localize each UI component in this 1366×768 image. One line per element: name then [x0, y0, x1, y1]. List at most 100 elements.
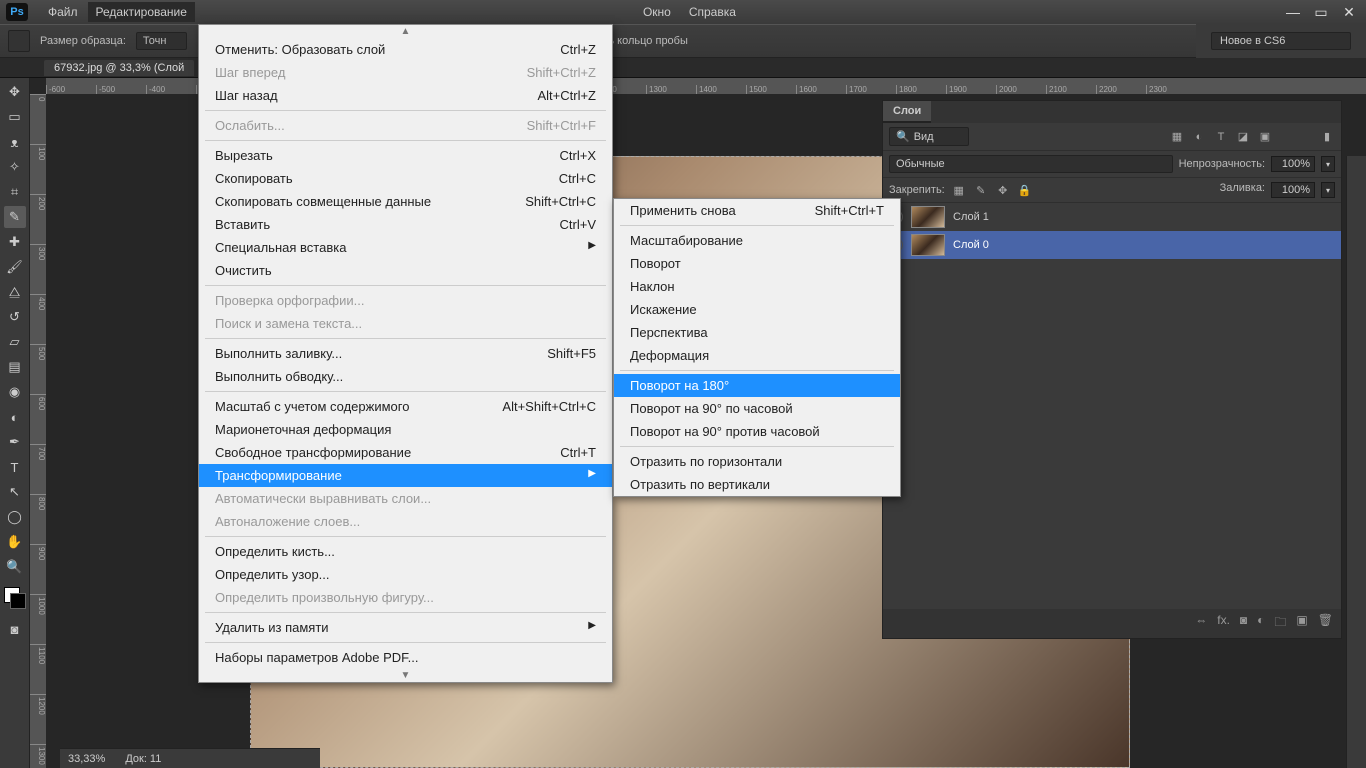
zoom-tool-icon[interactable]: 🔍 — [4, 556, 26, 578]
menu-file[interactable]: Файл — [40, 2, 86, 22]
layer-thumbnail[interactable] — [911, 206, 945, 228]
maximize-button[interactable]: ▭ — [1310, 3, 1332, 21]
new-layer-icon[interactable]: ▣ — [1296, 613, 1307, 634]
filter-toggle-icon[interactable]: ▮ — [1319, 129, 1335, 145]
menu-item[interactable]: Определить кисть... — [199, 540, 612, 563]
filter-smart-icon[interactable]: ▣ — [1257, 129, 1273, 145]
menu-item[interactable]: Трансформирование▶ — [199, 464, 612, 487]
menu-item[interactable]: Отразить по горизонтали — [614, 450, 900, 473]
lasso-tool-icon[interactable]: ᴥ — [4, 131, 26, 153]
layer-style-icon[interactable]: fx. — [1217, 613, 1230, 634]
menu-item[interactable]: Искажение — [614, 298, 900, 321]
menu-window[interactable]: Окно — [635, 2, 679, 22]
layer-row[interactable]: Слой 1 — [883, 203, 1341, 231]
filter-adjust-icon[interactable]: ◐ — [1191, 129, 1207, 145]
layer-filter-dropdown[interactable]: 🔍 Вид — [889, 127, 969, 146]
menu-item[interactable]: Масштаб с учетом содержимогоAlt+Shift+Ct… — [199, 395, 612, 418]
menu-item[interactable]: ВставитьCtrl+V — [199, 213, 612, 236]
link-layers-icon[interactable]: ⇔ — [1195, 613, 1207, 634]
layer-group-icon[interactable]: 🗀 — [1274, 613, 1286, 634]
sample-size-dropdown[interactable]: Точн — [136, 32, 188, 50]
type-tool-icon[interactable]: T — [4, 456, 26, 478]
lock-brush-icon[interactable]: ✎ — [973, 182, 989, 198]
layer-row[interactable]: Слой 0 — [883, 231, 1341, 259]
layer-name[interactable]: Слой 0 — [953, 239, 989, 251]
menu-item[interactable]: Поворот — [614, 252, 900, 275]
pen-tool-icon[interactable]: ✒ — [4, 431, 26, 453]
lock-pixels-icon[interactable]: ▦ — [951, 182, 967, 198]
path-select-tool-icon[interactable]: ↖ — [4, 481, 26, 503]
menu-item[interactable]: Свободное трансформированиеCtrl+T — [199, 441, 612, 464]
filter-type-icon[interactable]: T — [1213, 129, 1229, 145]
dodge-tool-icon[interactable]: ◐ — [4, 406, 26, 428]
adjustment-layer-icon[interactable]: ◐ — [1257, 613, 1264, 634]
menu-item[interactable]: Скопировать совмещенные данныеShift+Ctrl… — [199, 190, 612, 213]
collapsed-panels-bar[interactable] — [1346, 156, 1366, 768]
lock-position-icon[interactable]: ✥ — [995, 182, 1011, 198]
menu-item[interactable]: Масштабирование — [614, 229, 900, 252]
menu-item[interactable]: СкопироватьCtrl+C — [199, 167, 612, 190]
healing-tool-icon[interactable]: ✚ — [4, 231, 26, 253]
menu-item[interactable]: Применить сноваShift+Ctrl+T — [614, 199, 900, 222]
delete-layer-icon[interactable]: 🗑 — [1318, 613, 1333, 634]
scroll-down-icon[interactable]: ▼ — [199, 669, 612, 682]
color-swatch[interactable] — [4, 587, 26, 609]
menu-item[interactable]: Поворот на 90° против часовой — [614, 420, 900, 443]
lock-all-icon[interactable]: 🔒 — [1017, 182, 1033, 198]
move-tool-icon[interactable]: ✥ — [4, 81, 26, 103]
menu-edit[interactable]: Редактирование — [88, 2, 195, 22]
layer-mask-icon[interactable]: ◙ — [1240, 613, 1247, 634]
menu-item[interactable]: Наборы параметров Adobe PDF... — [199, 646, 612, 669]
tool-preset-icon[interactable] — [8, 30, 30, 52]
scroll-up-icon[interactable]: ▲ — [199, 25, 612, 38]
menu-item[interactable]: Отменить: Образовать слойCtrl+Z — [199, 38, 612, 61]
menu-item[interactable]: Специальная вставка▶ — [199, 236, 612, 259]
opacity-arrow-icon[interactable]: ▾ — [1321, 156, 1335, 172]
menu-item[interactable]: Определить узор... — [199, 563, 612, 586]
layer-name[interactable]: Слой 1 — [953, 211, 989, 223]
layers-panel-tab[interactable]: Слои — [883, 101, 931, 123]
stamp-tool-icon[interactable]: ⧋ — [4, 281, 26, 303]
menu-help[interactable]: Справка — [681, 2, 744, 22]
menu-item[interactable]: Поворот на 180° — [614, 374, 900, 397]
opacity-value[interactable]: 100% — [1271, 156, 1315, 172]
fill-value[interactable]: 100% — [1271, 182, 1315, 198]
history-brush-tool-icon[interactable]: ↺ — [4, 306, 26, 328]
menu-item[interactable]: Перспектива — [614, 321, 900, 344]
filter-shape-icon[interactable]: ◪ — [1235, 129, 1251, 145]
brush-tool-icon[interactable]: 🖌 — [4, 256, 26, 278]
blur-tool-icon[interactable]: ◉ — [4, 381, 26, 403]
quick-mask-icon[interactable]: ◙ — [4, 618, 26, 640]
menu-item[interactable]: Наклон — [614, 275, 900, 298]
blend-mode-dropdown[interactable]: Обычные — [889, 155, 1173, 173]
wand-tool-icon[interactable]: ✧ — [4, 156, 26, 178]
marquee-tool-icon[interactable]: ▭ — [4, 106, 26, 128]
zoom-value[interactable]: 33,33% — [68, 753, 105, 765]
layer-thumbnail[interactable] — [911, 234, 945, 256]
filter-image-icon[interactable]: ▦ — [1169, 129, 1185, 145]
minimize-button[interactable]: ― — [1282, 3, 1304, 21]
menu-item: Ослабить...Shift+Ctrl+F — [199, 114, 612, 137]
eyedropper-tool-icon[interactable]: ✎ — [4, 206, 26, 228]
menu-item[interactable]: Отразить по вертикали — [614, 473, 900, 496]
doc-info: Док: 11 — [125, 753, 161, 765]
crop-tool-icon[interactable]: ⌗ — [4, 181, 26, 203]
menu-item[interactable]: ВырезатьCtrl+X — [199, 144, 612, 167]
shape-tool-icon[interactable]: ◯ — [4, 506, 26, 528]
menu-item[interactable]: Выполнить заливку...Shift+F5 — [199, 342, 612, 365]
eraser-tool-icon[interactable]: ▱ — [4, 331, 26, 353]
gradient-tool-icon[interactable]: ▤ — [4, 356, 26, 378]
menu-item[interactable]: Поворот на 90° по часовой — [614, 397, 900, 420]
menu-item[interactable]: Выполнить обводку... — [199, 365, 612, 388]
menu-item[interactable]: Удалить из памяти▶ — [199, 616, 612, 639]
menu-item[interactable]: Марионеточная деформация — [199, 418, 612, 441]
sample-size-label: Размер образца: — [40, 35, 126, 47]
hand-tool-icon[interactable]: ✋ — [4, 531, 26, 553]
document-tab[interactable]: 67932.jpg @ 33,3% (Слой — [44, 60, 194, 76]
fill-arrow-icon[interactable]: ▾ — [1321, 182, 1335, 198]
workspace-dropdown[interactable]: Новое в CS6 — [1211, 32, 1351, 50]
menu-item[interactable]: Шаг назадAlt+Ctrl+Z — [199, 84, 612, 107]
menu-item[interactable]: Очистить — [199, 259, 612, 282]
close-button[interactable]: ✕ — [1338, 3, 1360, 21]
menu-item[interactable]: Деформация — [614, 344, 900, 367]
